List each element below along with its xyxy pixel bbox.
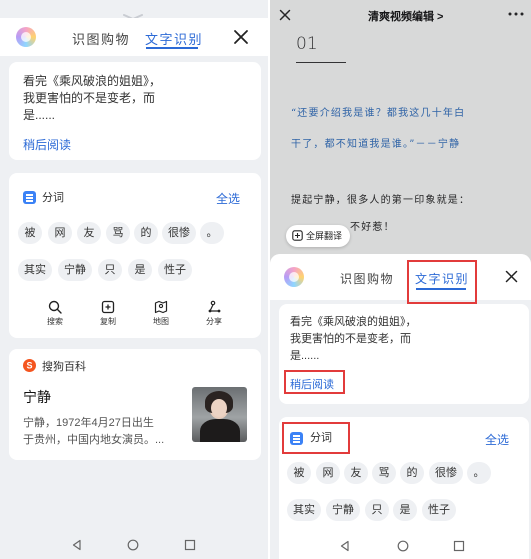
word-chip[interactable]: 的 (134, 222, 158, 244)
word-chip[interactable]: 性子 (158, 259, 192, 281)
map-action[interactable]: 地图 (146, 300, 176, 327)
word-chip[interactable]: 其实 (287, 499, 321, 521)
word-chip[interactable]: 很惨 (162, 222, 196, 244)
assistant-orb-icon (16, 27, 36, 47)
read-later-link[interactable]: 稍后阅读 (23, 136, 71, 153)
word-chip[interactable]: 的 (400, 462, 424, 484)
tab-shop[interactable]: 识图购物 (72, 29, 130, 48)
fullscreen-translate-label: 全屏翻译 (306, 231, 343, 241)
word-chip[interactable]: 网 (316, 462, 340, 484)
back-nav-icon[interactable] (339, 540, 351, 552)
ocr-text-line-3[interactable]: 是...... (290, 348, 319, 365)
system-nav-bar (270, 535, 531, 559)
map-label: 地图 (153, 317, 169, 326)
segment-card: 分词 全选 被 网 友 骂 的 很惨 。 其实 宁静 只 是 性子 搜索 复制 … (9, 173, 261, 338)
highlight-box-read-later (284, 370, 345, 394)
word-chip[interactable]: 。 (200, 222, 224, 244)
highlight-box-segment (282, 422, 350, 454)
ocr-result-card: 看完《乘风破浪的姐姐》， 我更害怕的不是变老，而 是...... 稍后阅读 (9, 62, 261, 160)
word-chip[interactable]: 被 (287, 462, 311, 484)
highlight-box-ocr-tab (407, 260, 477, 304)
svg-text:S: S (26, 361, 32, 371)
word-chip[interactable]: 只 (98, 259, 122, 281)
tab-ocr[interactable]: 文字识别 (145, 29, 203, 48)
assistant-orb-icon (284, 267, 304, 287)
ocr-text-line-1[interactable]: 看完《乘风破浪的姐姐》， (290, 314, 417, 331)
sheet-header: 识图购物 文字识别 (0, 18, 268, 56)
share-label: 分享 (206, 317, 222, 326)
word-chip[interactable]: 宁静 (326, 499, 360, 521)
fullscreen-icon (292, 230, 303, 241)
close-icon[interactable] (504, 269, 519, 284)
search-icon (48, 300, 62, 314)
ocr-text-line-3[interactable]: 是...... (23, 107, 55, 124)
home-nav-icon[interactable] (397, 540, 409, 552)
word-chip[interactable]: 。 (467, 462, 491, 484)
map-icon (154, 300, 168, 314)
copy-label: 复制 (100, 317, 116, 326)
left-screen: 识图购物 文字识别 看完《乘风破浪的姐姐》， 我更害怕的不是变老，而 是....… (0, 0, 268, 559)
sheet-header: 识图购物 文字识别 (270, 254, 531, 300)
select-all-button[interactable]: 全选 (216, 190, 240, 207)
word-chip[interactable]: 性子 (422, 499, 456, 521)
ocr-result-card: 看完《乘风破浪的姐姐》， 我更害怕的不是变老，而 是...... 稍后阅读 (279, 304, 529, 404)
back-nav-icon[interactable] (71, 539, 83, 551)
recents-nav-icon[interactable] (184, 539, 196, 551)
word-chip[interactable]: 友 (77, 222, 101, 244)
home-nav-icon[interactable] (127, 539, 139, 551)
word-chip[interactable]: 只 (365, 499, 389, 521)
tab-ocr-underline (146, 47, 198, 49)
sogou-baike-icon: S (23, 359, 36, 372)
segment-title: 分词 (42, 192, 64, 204)
word-chip[interactable]: 被 (18, 222, 42, 244)
ocr-text-line-2[interactable]: 我更害怕的不是变老，而 (290, 331, 411, 348)
share-action[interactable]: 分享 (199, 300, 229, 327)
segment-icon (23, 191, 36, 204)
word-chip[interactable]: 骂 (106, 222, 130, 244)
search-label: 搜索 (47, 317, 63, 326)
word-chip[interactable]: 是 (128, 259, 152, 281)
ocr-text-line-1[interactable]: 看完《乘风破浪的姐姐》， (23, 73, 161, 90)
word-chip[interactable]: 宁静 (58, 259, 92, 281)
copy-action[interactable]: 复制 (93, 300, 123, 327)
search-action[interactable]: 搜索 (40, 300, 70, 327)
right-screen: 清爽视频编辑 > 01 “还要介绍我是谁？都我这几十年白 干了，都不知道我是谁。… (270, 0, 531, 559)
word-chip[interactable]: 是 (393, 499, 417, 521)
close-icon[interactable] (232, 28, 250, 46)
copy-icon (101, 300, 115, 314)
baike-card[interactable]: S 搜狗百科 宁静 宁静，1972年4月27日出生 于贵州，中国内地女演员。..… (9, 349, 261, 460)
baike-portrait-image (192, 387, 247, 442)
recents-nav-icon[interactable] (453, 540, 465, 552)
baike-desc-line-2: 于贵州，中国内地女演员。... (23, 434, 165, 446)
ocr-sheet: 识图购物 文字识别 看完《乘风破浪的姐姐》， 我更害怕的不是变老，而 是....… (270, 254, 531, 559)
word-chip[interactable]: 其实 (18, 259, 52, 281)
word-chip[interactable]: 网 (48, 222, 72, 244)
select-all-button[interactable]: 全选 (485, 431, 509, 448)
baike-entry-name: 宁静 (23, 389, 51, 405)
system-nav-bar (0, 535, 268, 559)
word-chip[interactable]: 友 (344, 462, 368, 484)
ocr-text-line-2[interactable]: 我更害怕的不是变老，而 (23, 90, 155, 107)
baike-source: 搜狗百科 (42, 361, 86, 373)
tab-shop[interactable]: 识图购物 (340, 270, 394, 287)
word-chip[interactable]: 骂 (372, 462, 396, 484)
word-chip[interactable]: 很惨 (429, 462, 463, 484)
baike-desc-line-1: 宁静，1972年4月27日出生 (23, 417, 154, 429)
share-icon (208, 300, 221, 313)
fullscreen-translate-button[interactable]: 全屏翻译 (286, 225, 351, 247)
